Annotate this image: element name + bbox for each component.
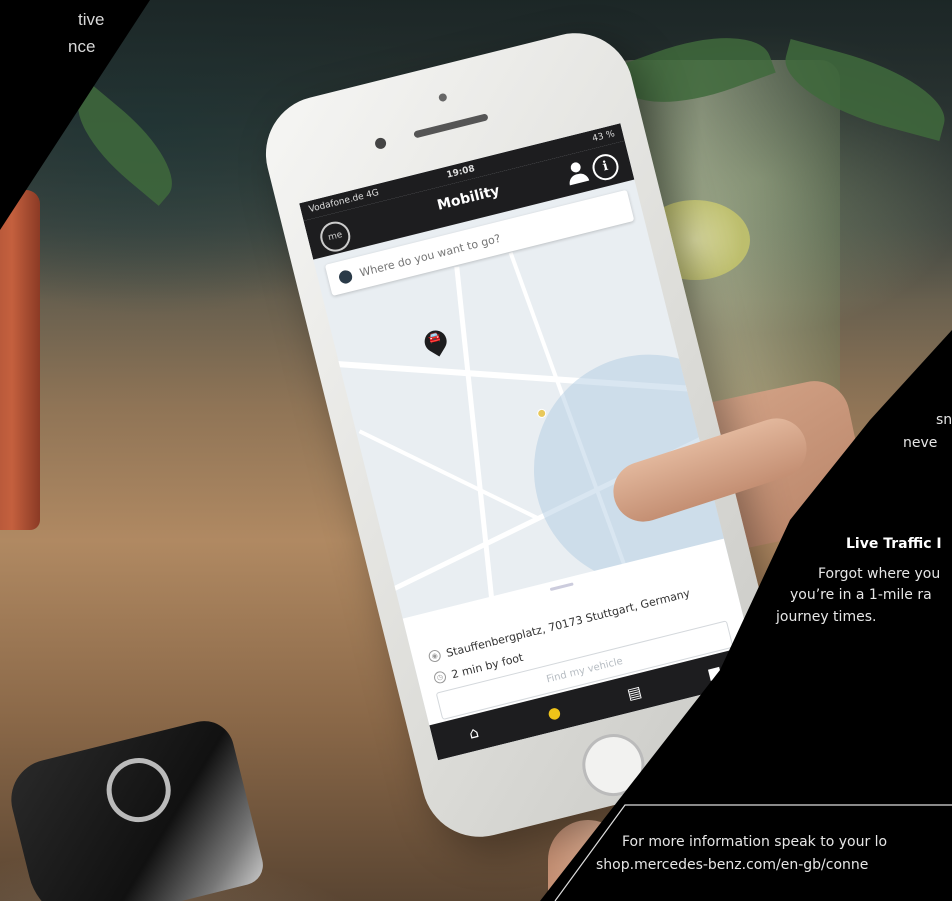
footer-link[interactable]: shop.mercedes-benz.com/en-gb/conne	[596, 857, 868, 873]
clock-icon: ◷	[432, 670, 448, 685]
live-traffic-line-2: you’re in a 1-mile ra	[790, 587, 932, 603]
home-icon[interactable]: ⌂	[459, 718, 488, 747]
home-button[interactable]	[575, 727, 651, 803]
earpiece-speaker	[413, 113, 489, 139]
location-pin-icon[interactable]: ●	[540, 698, 569, 727]
map-road	[358, 429, 541, 521]
sheet-handle[interactable]	[549, 582, 574, 592]
right-text-line-1: sn	[936, 412, 952, 428]
map-road	[454, 266, 497, 626]
document-icon[interactable]: ▤	[620, 678, 649, 707]
top-left-text: tive nce	[0, 6, 120, 60]
front-camera	[373, 136, 388, 151]
top-left-line-1: tive	[78, 10, 105, 29]
live-traffic-heading: Live Traffic I	[846, 536, 942, 552]
live-traffic-line-3: journey times.	[776, 609, 877, 625]
right-text-line-2: neve	[903, 435, 938, 451]
battery-label: 43 %	[591, 129, 616, 145]
camera-dot	[437, 92, 448, 103]
mercedes-star-icon	[99, 751, 178, 829]
live-traffic-line-1: Forgot where you	[818, 566, 941, 582]
terracotta-pot	[0, 190, 40, 530]
location-icon: ◉	[427, 648, 442, 664]
footer-line-1: For more information speak to your lo	[622, 834, 888, 850]
location-pin-icon: ⬤	[336, 267, 355, 286]
shopping-bag-icon[interactable]: ■	[700, 658, 729, 687]
top-left-line-2: nce	[68, 37, 96, 56]
